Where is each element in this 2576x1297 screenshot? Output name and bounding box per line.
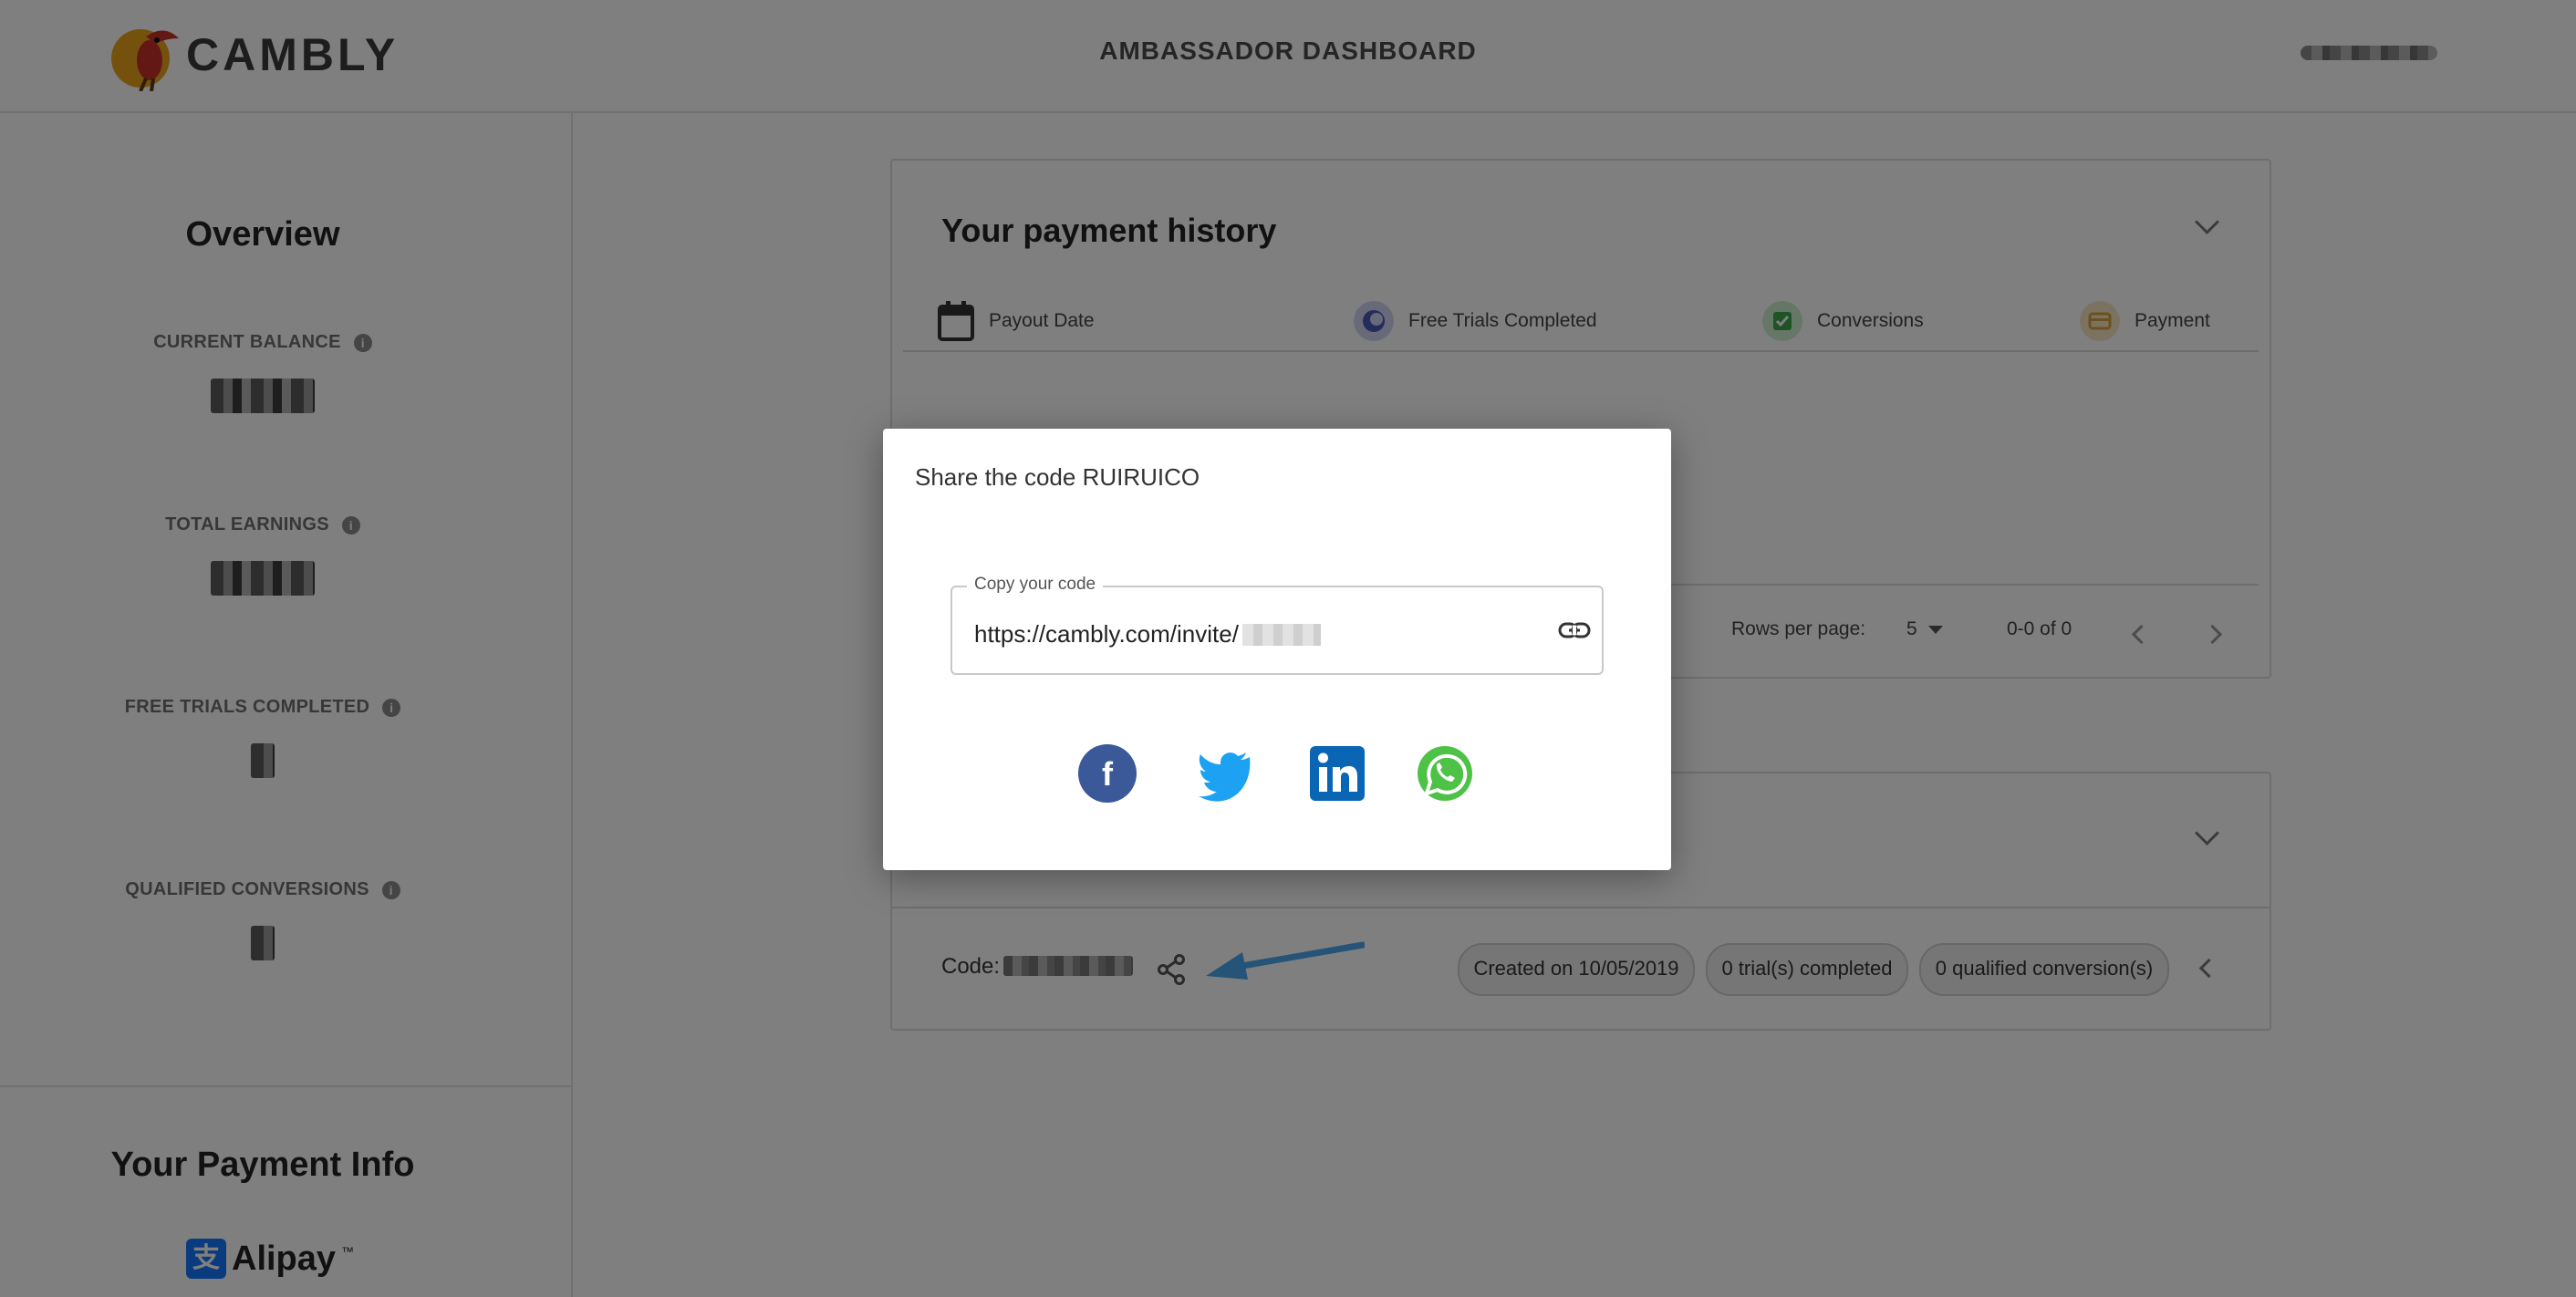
modal-title: Share the code RUIRUICO: [915, 463, 1200, 491]
svg-text:f: f: [1102, 755, 1114, 793]
page: CAMBLY AMBASSADOR DASHBOARD Overview CUR…: [0, 0, 2576, 1297]
field-label: Copy your code: [967, 575, 1104, 595]
link-icon[interactable]: [1558, 617, 1591, 644]
share-code-modal: Share the code RUIRUICO Copy your code h…: [883, 429, 1671, 870]
linkedin-icon[interactable]: [1308, 744, 1366, 803]
invite-link-value: https://cambly.com/invite/: [974, 620, 1239, 648]
twitter-icon[interactable]: [1195, 744, 1253, 803]
invite-link-field[interactable]: Copy your code https://cambly.com/invite…: [950, 575, 1604, 675]
whatsapp-icon[interactable]: [1416, 744, 1474, 803]
facebook-icon[interactable]: f: [1078, 744, 1137, 803]
invite-link-code: [1241, 623, 1321, 646]
